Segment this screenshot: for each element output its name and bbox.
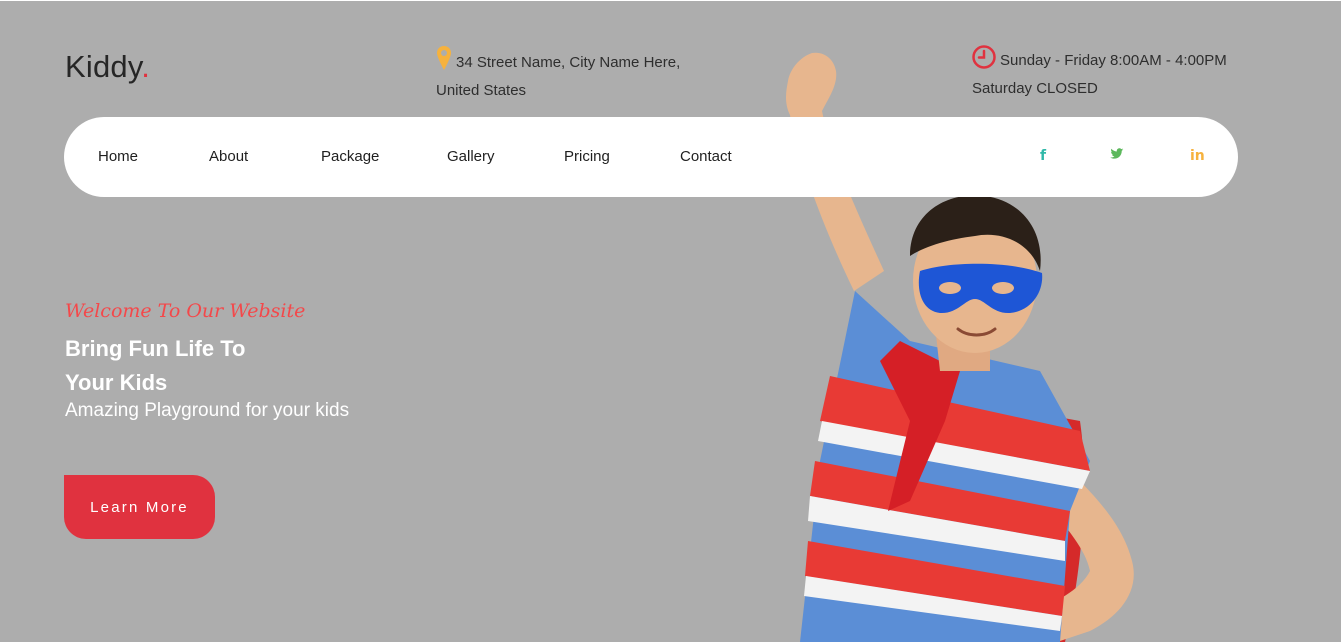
nav-package[interactable]: Package bbox=[321, 148, 379, 165]
nav-gallery[interactable]: Gallery bbox=[447, 148, 495, 165]
map-pin-icon bbox=[436, 45, 452, 79]
address-line-2: United States bbox=[436, 82, 527, 99]
linkedin-icon[interactable]: in bbox=[1190, 148, 1205, 164]
address-line-1: 34 Street Name, City Name Here, bbox=[456, 54, 681, 71]
twitter-icon[interactable] bbox=[1110, 148, 1124, 164]
nav-contact[interactable]: Contact bbox=[680, 148, 732, 165]
hero-subline: Amazing Playground for your kids bbox=[65, 400, 350, 421]
nav-home[interactable]: Home bbox=[98, 148, 138, 165]
learn-more-button[interactable]: Learn More bbox=[64, 475, 215, 539]
address-info: 34 Street Name, City Name Here, United S… bbox=[436, 45, 680, 103]
nav-about[interactable]: About bbox=[209, 148, 248, 165]
headline-line-1: Bring Fun Life To bbox=[65, 336, 246, 361]
nav-pricing[interactable]: Pricing bbox=[564, 148, 610, 165]
hero-headline: Bring Fun Life To Your Kids bbox=[65, 332, 425, 400]
logo-dot: . bbox=[141, 49, 151, 84]
welcome-text: Welcome To Our Website bbox=[65, 300, 306, 322]
logo-text: Kiddy bbox=[65, 49, 142, 84]
facebook-icon[interactable]: f bbox=[1040, 148, 1046, 164]
main-navigation: Home About Package Gallery Pricing Conta… bbox=[64, 117, 1238, 197]
headline-line-2: Your Kids bbox=[65, 370, 168, 395]
site-logo[interactable]: Kiddy. bbox=[65, 49, 150, 85]
